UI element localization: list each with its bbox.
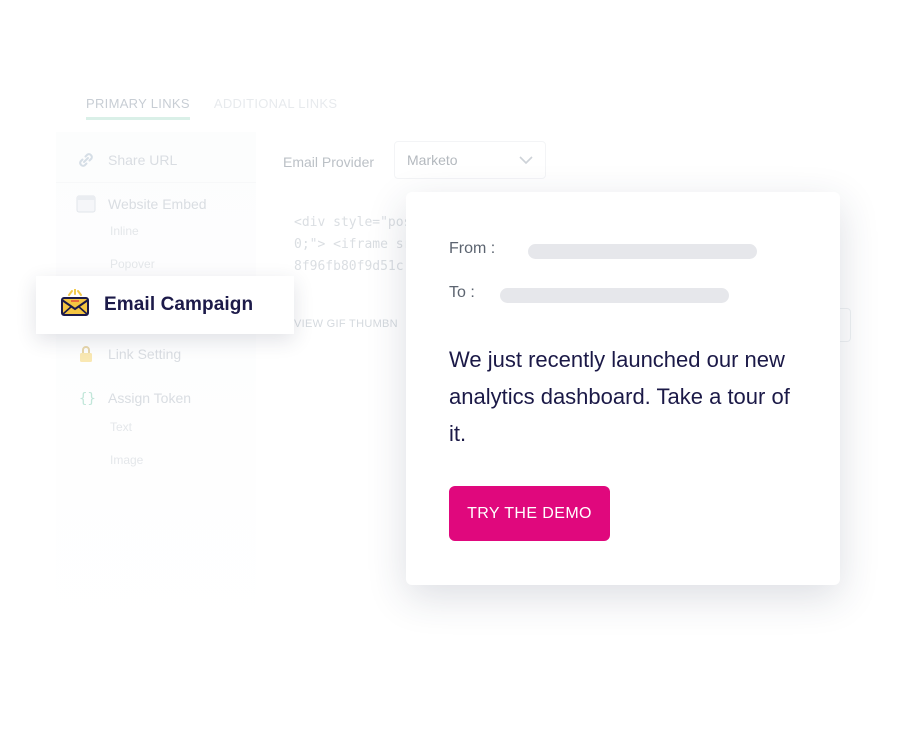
sidebar-item-label: Assign Token	[108, 390, 192, 406]
sidebar-subitem-image[interactable]: Image	[110, 453, 143, 467]
envelope-icon	[60, 287, 90, 322]
sidebar-item-link-setting[interactable]: Link Setting	[76, 344, 181, 364]
email-campaign-label: Email Campaign	[104, 294, 254, 315]
from-label: From :	[449, 240, 496, 257]
svg-text:{}: {}	[79, 391, 96, 407]
email-provider-select[interactable]: Marketo	[394, 141, 546, 179]
link-icon	[76, 150, 96, 170]
divider	[56, 182, 256, 183]
sidebar-subitem-inline[interactable]: Inline	[110, 224, 139, 238]
view-gif-thumbnail-link[interactable]: VIEW GIF THUMBN	[294, 318, 398, 330]
sidebar-item-label: Website Embed	[108, 196, 207, 212]
tab-primary-links[interactable]: PRIMARY LINKS	[86, 96, 190, 120]
email-provider-value: Marketo	[407, 152, 458, 168]
sidebar-subitem-text[interactable]: Text	[110, 420, 132, 434]
sidebar-item-website-embed[interactable]: Website Embed	[76, 194, 207, 214]
try-demo-button[interactable]: TRY THE DEMO	[449, 486, 610, 541]
website-icon	[76, 194, 96, 214]
sidebar-item-label: Link Setting	[108, 346, 182, 362]
from-value-placeholder	[528, 244, 757, 259]
to-label: To :	[449, 284, 475, 301]
sidebar-item-label: Share URL	[108, 152, 178, 168]
email-campaign-card[interactable]: Email Campaign	[36, 276, 294, 334]
sidebar-subitem-popover[interactable]: Popover	[110, 257, 155, 271]
tab-additional-links[interactable]: ADDITIONAL LINKS	[214, 96, 338, 120]
sidebar-item-assign-token[interactable]: {} Assign Token	[76, 388, 191, 408]
to-value-placeholder	[500, 288, 729, 303]
tab-bar: PRIMARY LINKS ADDITIONAL LINKS	[86, 96, 337, 120]
lock-icon	[76, 344, 96, 364]
email-body-text: We just recently launched our new analyt…	[449, 347, 790, 446]
chevron-down-icon	[519, 152, 533, 168]
email-preview-card: From : To : We just recently launched ou…	[406, 192, 840, 585]
braces-icon: {}	[76, 388, 96, 408]
email-provider-label: Email Provider	[283, 154, 375, 170]
sidebar-item-share-url[interactable]: Share URL	[76, 150, 177, 170]
